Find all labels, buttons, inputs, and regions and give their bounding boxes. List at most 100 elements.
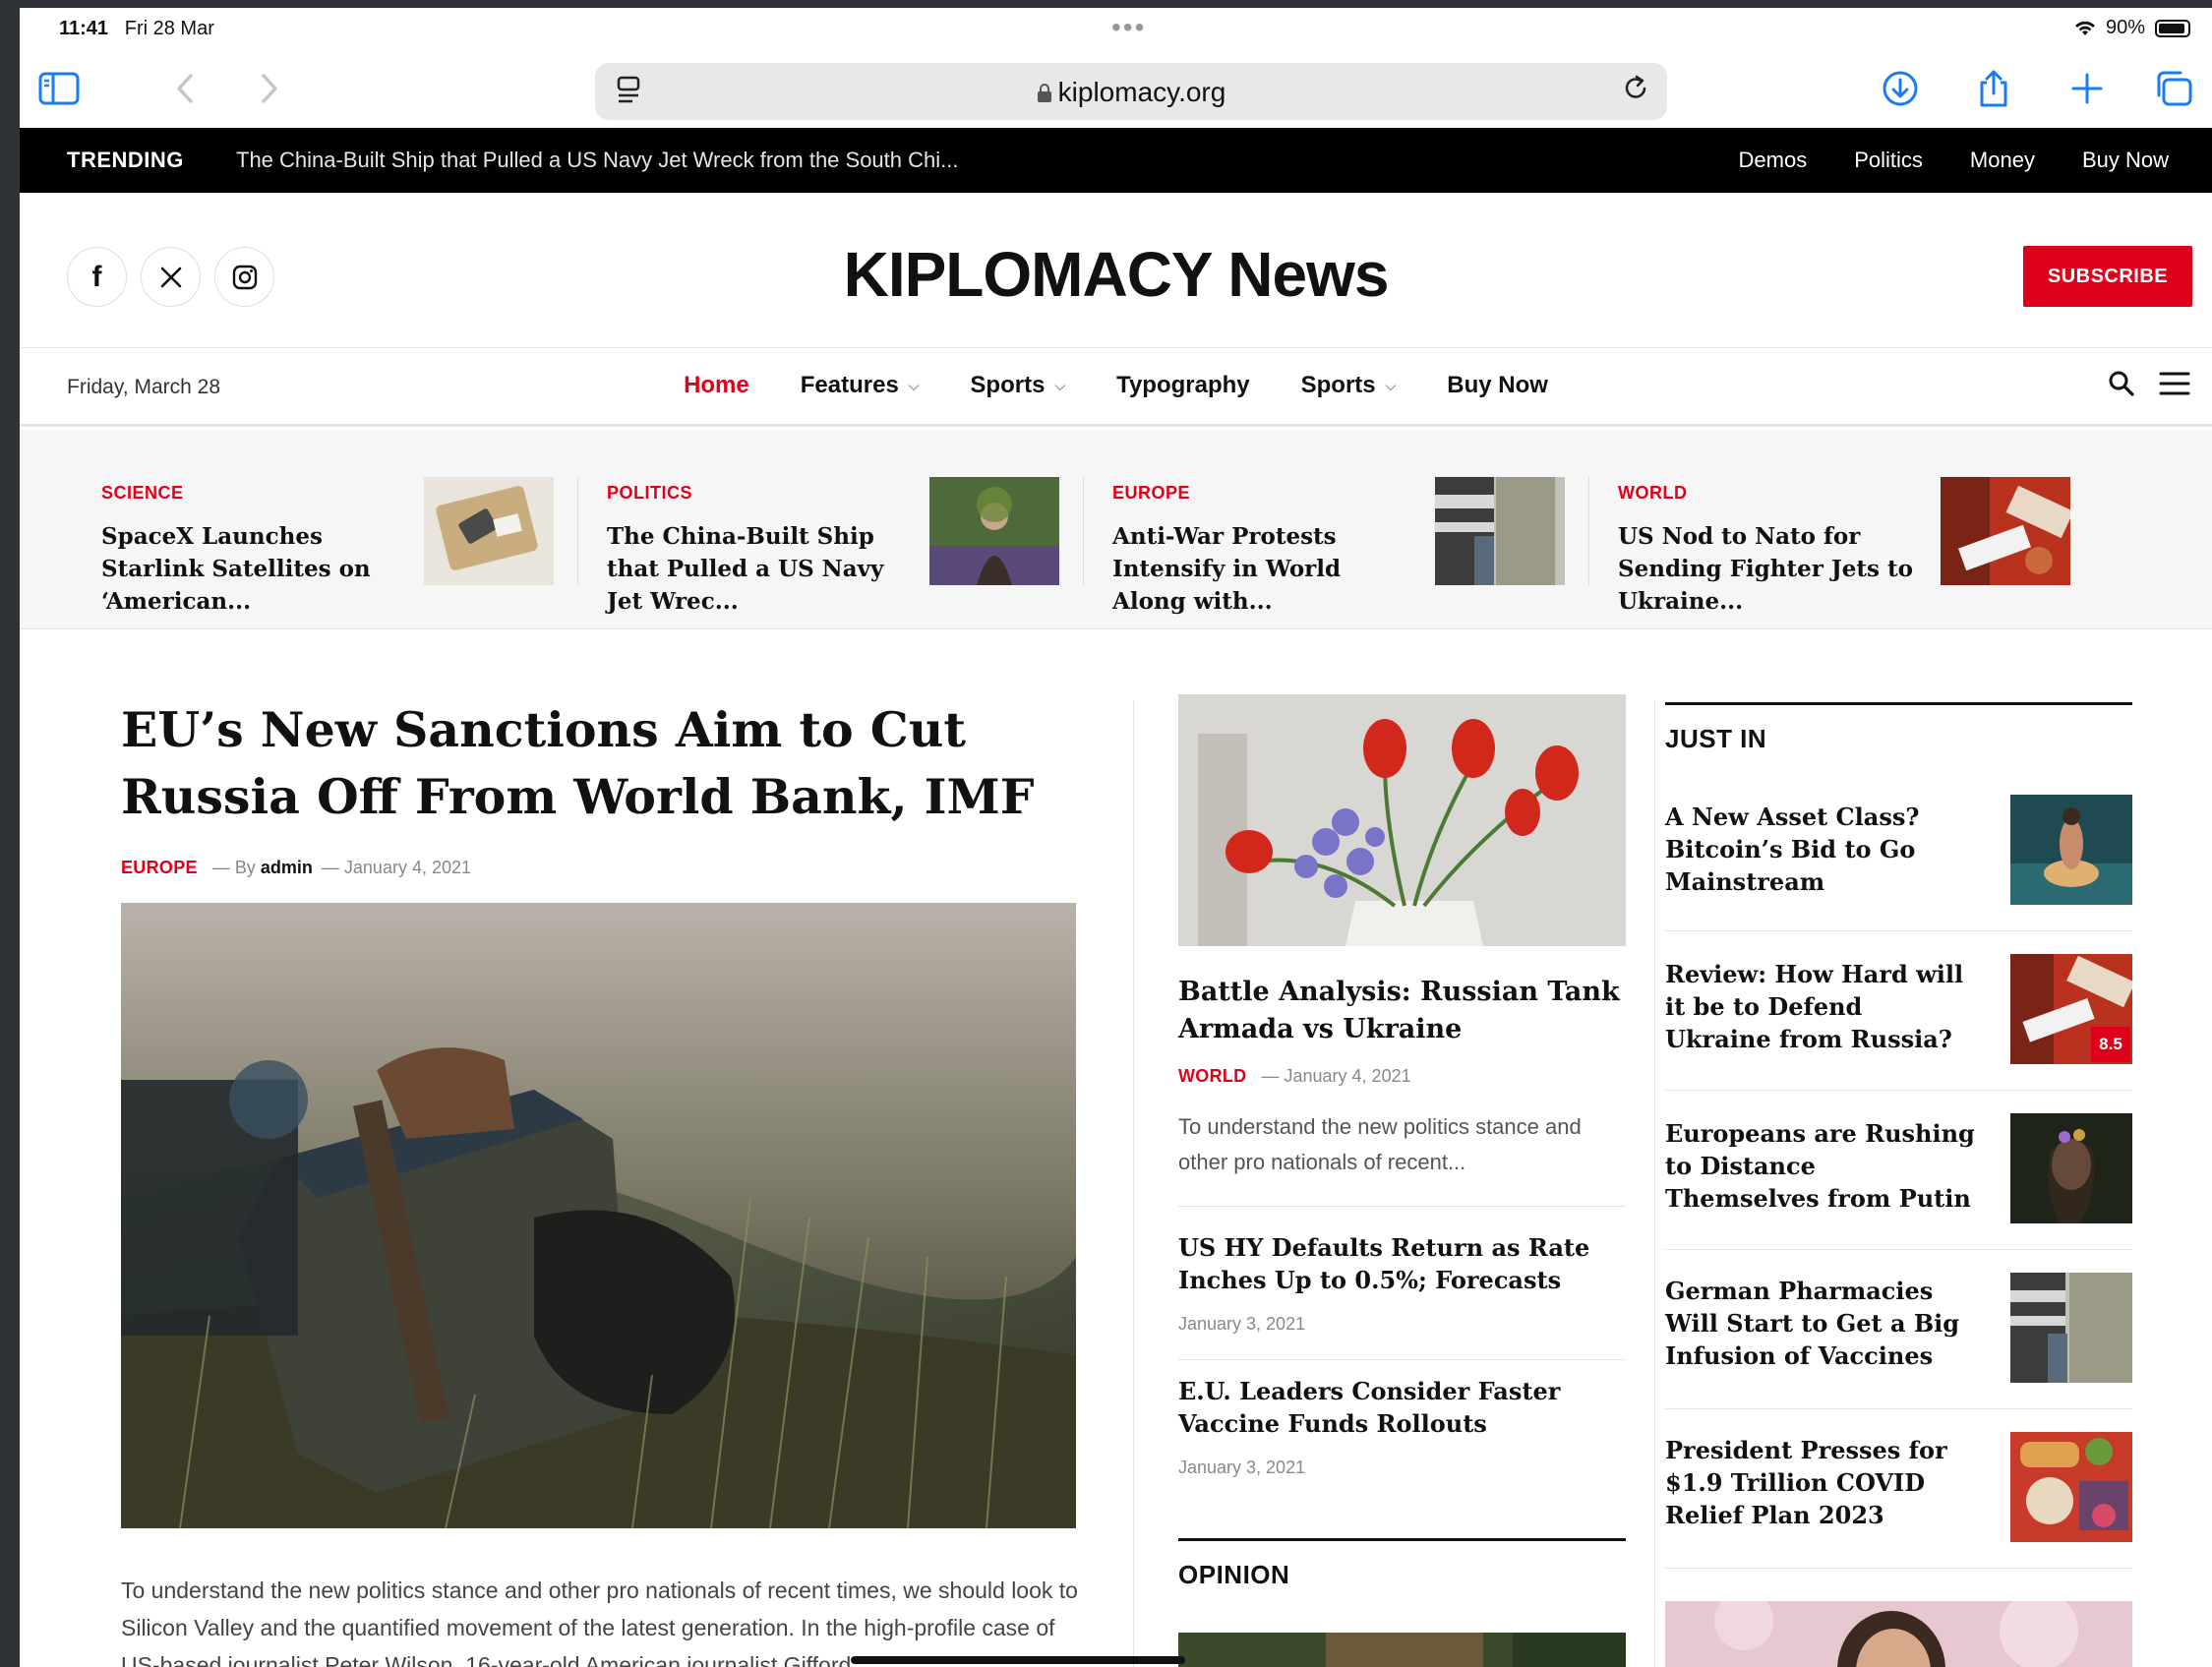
- featured-thumbnail[interactable]: [1941, 477, 2070, 585]
- divider: [1588, 477, 1589, 585]
- battery-percent: 90%: [2105, 17, 2145, 38]
- featured-thumbnail[interactable]: [929, 477, 1059, 585]
- featured-category[interactable]: EUROPE: [1112, 483, 1190, 504]
- just-in-title[interactable]: A New Asset Class? Bitcoin’s Bid to Go M…: [1665, 801, 1975, 898]
- just-in-title[interactable]: Europeans are Rushing to Distance Themse…: [1665, 1117, 1975, 1215]
- section-rule: [1665, 702, 2132, 705]
- chevron-down-icon: ⌵: [908, 377, 920, 393]
- back-icon[interactable]: [163, 69, 207, 108]
- middle-list-date: January 3, 2021: [1178, 1314, 1306, 1334]
- middle-feature-excerpt: To understand the new politics stance an…: [1178, 1114, 1582, 1174]
- main-article-category[interactable]: EUROPE: [121, 858, 198, 877]
- chevron-down-icon: ⌵: [1385, 377, 1397, 393]
- multitasking-dots-icon[interactable]: •••: [1111, 12, 1146, 43]
- just-in-thumbnail[interactable]: [2010, 1432, 2132, 1542]
- featured-category[interactable]: POLITICS: [607, 483, 692, 504]
- reload-icon[interactable]: [1622, 73, 1649, 110]
- battery-icon: [2155, 19, 2190, 37]
- nav-item-buy-now[interactable]: Buy Now: [1447, 372, 1548, 399]
- home-indicator[interactable]: [851, 1656, 1185, 1664]
- nav-item-features[interactable]: Features ⌵: [801, 372, 920, 399]
- top-link-buy-now[interactable]: Buy Now: [2082, 148, 2169, 173]
- featured-card[interactable]: SCIENCE SpaceX Launches Starlink Satelli…: [101, 477, 578, 615]
- author-link[interactable]: admin: [261, 858, 313, 877]
- nav-tools: [2108, 370, 2190, 405]
- tabs-overview-icon[interactable]: [2152, 69, 2195, 108]
- sidebar-toggle-icon[interactable]: [37, 69, 81, 108]
- browser-toolbar: kiplomacy.org: [20, 47, 2212, 126]
- review-score-badge: 8.5: [2091, 1027, 2130, 1062]
- middle-feature-date: — January 4, 2021: [1261, 1066, 1411, 1086]
- divider: [1665, 1090, 2132, 1091]
- just-in-heading: JUST IN: [1665, 724, 1767, 753]
- sidebar-promo-image[interactable]: [1665, 1601, 2132, 1667]
- status-time: 11:41 Fri 28 Mar: [59, 18, 214, 39]
- featured-category[interactable]: SCIENCE: [101, 483, 184, 504]
- divider: [1665, 1568, 2132, 1569]
- lock-icon: [1037, 84, 1051, 102]
- top-link-demos[interactable]: Demos: [1739, 148, 1808, 173]
- middle-feature-image[interactable]: [1178, 694, 1626, 946]
- site-logo[interactable]: KIPLOMACY News: [20, 238, 2212, 311]
- middle-feature-title[interactable]: Battle Analysis: Russian Tank Armada vs …: [1178, 974, 1626, 1048]
- middle-list-date: January 3, 2021: [1178, 1458, 1306, 1477]
- top-link-politics[interactable]: Politics: [1854, 148, 1923, 173]
- new-tab-icon[interactable]: [2065, 69, 2109, 108]
- nav-item-typography[interactable]: Typography: [1116, 372, 1250, 399]
- divider: [1665, 1249, 2132, 1250]
- featured-title[interactable]: SpaceX Launches Starlink Satellites on ‘…: [101, 520, 396, 618]
- featured-thumbnail[interactable]: [1435, 477, 1565, 585]
- just-in-title[interactable]: Review: How Hard will it be to Defend Uk…: [1665, 958, 1975, 1055]
- divider: [1178, 1359, 1626, 1360]
- subscribe-button[interactable]: SUBSCRIBE: [2023, 246, 2192, 307]
- main-article-date: — January 4, 2021: [321, 858, 472, 877]
- featured-title[interactable]: The China-Built Ship that Pulled a US Na…: [607, 520, 902, 618]
- url-text: kiplomacy.org: [595, 77, 1667, 108]
- forward-icon[interactable]: [248, 69, 291, 108]
- wifi-icon: [2074, 21, 2095, 35]
- main-article-title[interactable]: EU’s New Sanctions Aim to Cut Russia Off…: [121, 696, 1046, 830]
- nav-item-sports-2[interactable]: Sports ⌵: [1301, 372, 1397, 399]
- middle-list-title[interactable]: E.U. Leaders Consider Faster Vaccine Fun…: [1178, 1375, 1626, 1440]
- device-frame-left: [0, 0, 20, 1667]
- divider: [1665, 1408, 2132, 1409]
- middle-list-title[interactable]: US HY Defaults Return as Rate Inches Up …: [1178, 1231, 1626, 1296]
- top-link-money[interactable]: Money: [1970, 148, 2035, 173]
- site-header: f KIPLOMACY News SUBSCRIBE: [20, 193, 2212, 348]
- just-in-thumbnail[interactable]: [2010, 1273, 2132, 1383]
- trending-bar: TRENDING The China-Built Ship that Pulle…: [20, 128, 2212, 193]
- status-right: 90%: [2074, 17, 2190, 39]
- featured-title[interactable]: Anti-War Protests Intensify in World Alo…: [1112, 520, 1407, 618]
- just-in-thumbnail[interactable]: 8.5: [2010, 954, 2132, 1064]
- column-divider: [1133, 700, 1134, 1667]
- main-nav: Friday, March 28 Home Features ⌵ Sports ⌵ …: [20, 348, 2212, 427]
- middle-feature-category[interactable]: WORLD: [1178, 1066, 1246, 1086]
- search-icon[interactable]: [2108, 370, 2135, 405]
- featured-title[interactable]: US Nod to Nato for Sending Fighter Jets …: [1618, 520, 1913, 618]
- share-icon[interactable]: [1972, 69, 2015, 108]
- nav-item-sports[interactable]: Sports ⌵: [970, 372, 1065, 399]
- just-in-thumbnail[interactable]: [2010, 795, 2132, 905]
- featured-card[interactable]: EUROPE Anti-War Protests Intensify in Wo…: [1112, 477, 1589, 615]
- downloads-icon[interactable]: [1879, 69, 1922, 108]
- featured-category[interactable]: WORLD: [1618, 483, 1687, 504]
- top-links: Demos Politics Money Buy Now: [1739, 148, 2169, 173]
- hamburger-menu-icon[interactable]: [2159, 370, 2190, 405]
- opinion-heading: OPINION: [1178, 1560, 1290, 1589]
- trending-headline-link[interactable]: The China-Built Ship that Pulled a US Na…: [236, 148, 958, 173]
- middle-feature-meta: WORLD — January 4, 2021: [1178, 1066, 1411, 1087]
- featured-card[interactable]: POLITICS The China-Built Ship that Pulle…: [607, 477, 1084, 615]
- nav-item-home[interactable]: Home: [684, 372, 749, 399]
- just-in-thumbnail[interactable]: [2010, 1113, 2132, 1223]
- divider: [577, 477, 578, 585]
- trending-label: TRENDING: [67, 148, 184, 172]
- opinion-image[interactable]: [1178, 1633, 1626, 1667]
- featured-thumbnail[interactable]: [424, 477, 554, 585]
- divider: [1083, 477, 1084, 585]
- divider: [1665, 930, 2132, 931]
- featured-card[interactable]: WORLD US Nod to Nato for Sending Fighter…: [1618, 477, 2090, 615]
- just-in-title[interactable]: President Presses for $1.9 Trillion COVI…: [1665, 1434, 1975, 1531]
- address-bar[interactable]: kiplomacy.org: [595, 63, 1667, 120]
- main-article-image[interactable]: [121, 903, 1076, 1528]
- just-in-title[interactable]: German Pharmacies Will Start to Get a Bi…: [1665, 1275, 1975, 1372]
